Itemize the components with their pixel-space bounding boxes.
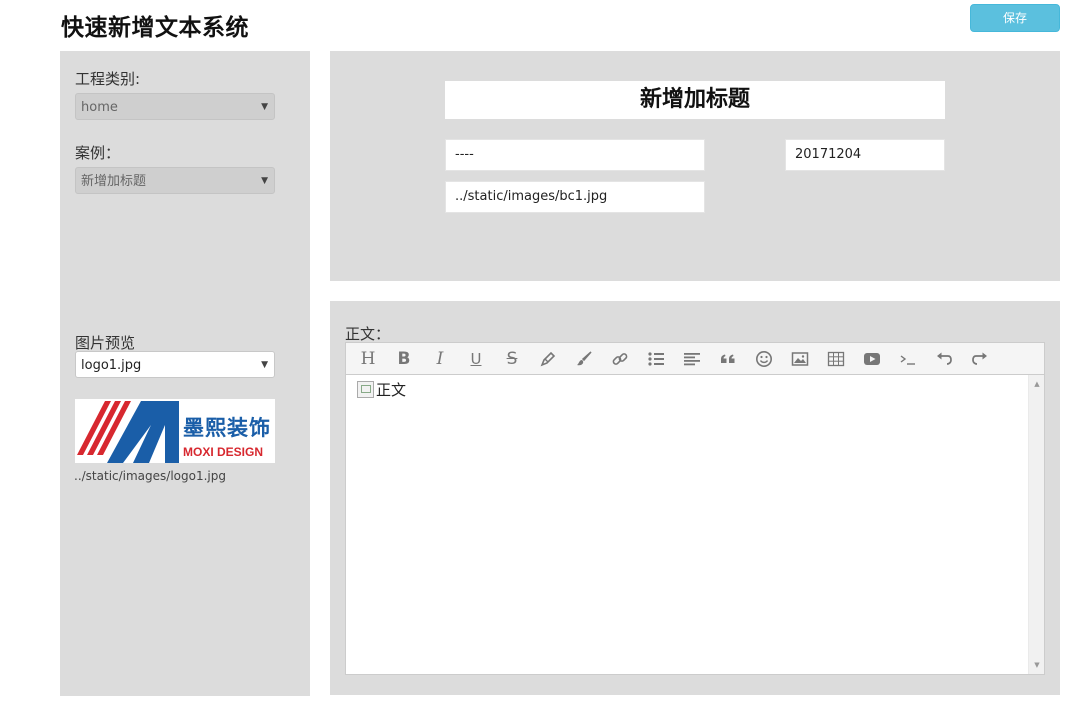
image-select-value: logo1.jpg: [81, 358, 142, 373]
author-input[interactable]: ----: [445, 139, 705, 171]
dropdown-arrow-icon: ▼: [261, 102, 268, 112]
editor-content[interactable]: 正文: [357, 379, 406, 400]
body-panel: 正文： H B I U S 正文 ▲ ▼: [330, 301, 1060, 695]
image-icon[interactable]: [788, 347, 812, 371]
dropdown-arrow-icon: ▼: [261, 360, 268, 370]
editor-text: 正文: [376, 381, 407, 399]
header-form-panel: 新增加标题 ---- 20171204 ../static/images/bc1…: [330, 51, 1060, 281]
body-editor[interactable]: 正文 ▲ ▼: [345, 375, 1045, 675]
date-input[interactable]: 20171204: [785, 139, 945, 171]
italic-icon[interactable]: I: [428, 347, 452, 371]
table-icon[interactable]: [824, 347, 848, 371]
sidebar: 工程类别: home ▼ 案例： 新增加标题 ▼ 图片预览 logo1.jpg …: [60, 51, 310, 696]
save-button[interactable]: 保存: [970, 4, 1060, 32]
code-icon[interactable]: [896, 347, 920, 371]
dropdown-arrow-icon: ▼: [261, 176, 268, 186]
heading-icon[interactable]: H: [356, 347, 380, 371]
logo-brand-en: MOXI DESIGN: [183, 445, 264, 459]
undo-icon[interactable]: [932, 347, 956, 371]
logo-preview: 墨熙装饰 MOXI DESIGN: [75, 399, 275, 463]
emoji-icon[interactable]: [752, 347, 776, 371]
underline-icon[interactable]: U: [464, 347, 488, 371]
case-label: 案例：: [75, 144, 121, 162]
scroll-down-icon[interactable]: ▼: [1029, 658, 1045, 672]
project-type-select[interactable]: home ▼: [75, 93, 275, 120]
align-left-icon[interactable]: [680, 347, 704, 371]
image-path-input[interactable]: ../static/images/bc1.jpg: [445, 181, 705, 213]
title-input[interactable]: 新增加标题: [445, 81, 945, 119]
scroll-up-icon[interactable]: ▲: [1029, 377, 1045, 391]
page-title: 快速新增文本系统: [61, 15, 249, 41]
case-value: 新增加标题: [81, 174, 147, 189]
link-icon[interactable]: [608, 347, 632, 371]
brush-icon[interactable]: [572, 347, 596, 371]
body-label: 正文：: [345, 325, 391, 343]
image-path-caption: ../static/images/logo1.jpg: [74, 469, 226, 483]
logo-brand-cn: 墨熙装饰: [183, 416, 271, 440]
case-select[interactable]: 新增加标题 ▼: [75, 167, 275, 194]
unordered-list-icon[interactable]: [644, 347, 668, 371]
quote-icon[interactable]: [716, 347, 740, 371]
highlighter-icon[interactable]: [536, 347, 560, 371]
editor-scrollbar[interactable]: ▲ ▼: [1028, 375, 1044, 674]
redo-icon[interactable]: [968, 347, 992, 371]
image-preview-label: 图片预览: [75, 334, 136, 352]
image-select[interactable]: logo1.jpg ▼: [75, 351, 275, 378]
editor-toolbar: H B I U S: [345, 342, 1045, 375]
project-type-label: 工程类别:: [75, 70, 141, 88]
project-type-value: home: [81, 100, 118, 115]
broken-image-icon: [357, 381, 374, 398]
bold-icon[interactable]: B: [392, 347, 416, 371]
strikethrough-icon[interactable]: S: [500, 347, 524, 371]
video-icon[interactable]: [860, 347, 884, 371]
